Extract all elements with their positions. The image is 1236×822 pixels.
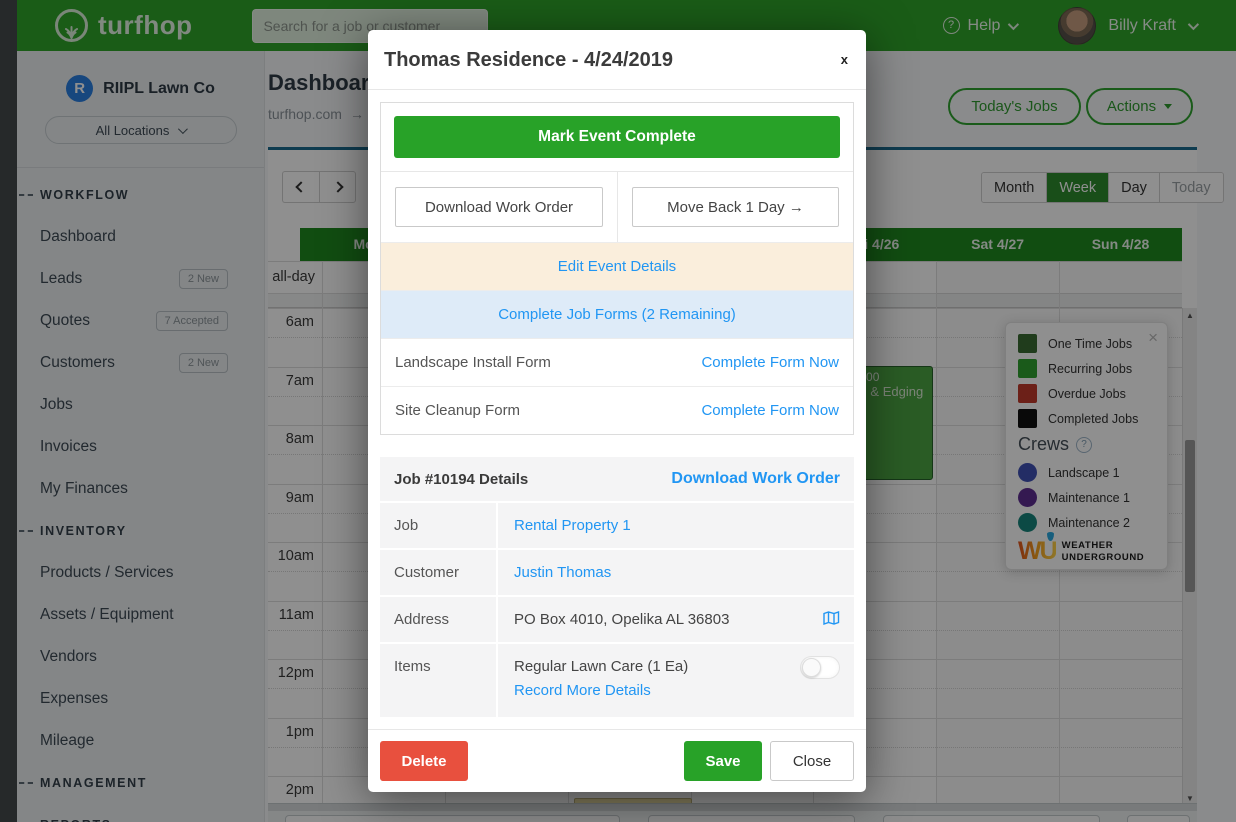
download-work-order-link[interactable]: Download Work Order — [671, 470, 840, 488]
job-details-header: Job #10194 Details — [394, 471, 528, 488]
job-details-table: Job #10194 Details Download Work Order J… — [380, 457, 854, 717]
customer-link[interactable]: Justin Thomas — [514, 564, 611, 581]
move-back-1-day-button[interactable]: Move Back 1 Day → — [632, 187, 839, 227]
table-row-job: Job Rental Property 1 — [380, 503, 854, 550]
mark-event-complete-button[interactable]: Mark Event Complete — [394, 116, 840, 158]
map-icon[interactable] — [823, 611, 840, 629]
form-name: Landscape Install Form — [395, 354, 551, 371]
job-link[interactable]: Rental Property 1 — [514, 517, 631, 534]
toggle-knob — [802, 658, 821, 677]
save-button[interactable]: Save — [684, 741, 762, 781]
close-button[interactable]: Close — [770, 741, 854, 781]
event-modal: Thomas Residence - 4/24/2019 x Mark Even… — [368, 30, 866, 792]
item-value: Regular Lawn Care (1 Ea) — [514, 658, 688, 675]
download-work-order-button[interactable]: Download Work Order — [395, 187, 603, 227]
address-value: PO Box 4010, Opelika AL 36803 — [514, 611, 729, 628]
complete-form-now-link[interactable]: Complete Form Now — [701, 354, 839, 371]
event-actions-box: Mark Event Complete Download Work Order … — [380, 102, 854, 435]
delete-button[interactable]: Delete — [380, 741, 468, 781]
close-icon[interactable]: x — [839, 49, 850, 70]
item-complete-toggle[interactable] — [800, 656, 840, 679]
edit-event-details-link[interactable]: Edit Event Details — [558, 258, 676, 275]
complete-form-now-link[interactable]: Complete Form Now — [701, 402, 839, 419]
modal-header: Thomas Residence - 4/24/2019 x — [368, 30, 866, 90]
table-row-items: Items Regular Lawn Care (1 Ea) Record Mo… — [380, 644, 854, 717]
complete-job-forms-link[interactable]: Complete Job Forms (2 Remaining) — [498, 306, 736, 323]
modal-footer: Delete Save Close — [368, 729, 866, 792]
form-name: Site Cleanup Form — [395, 402, 520, 419]
modal-title: Thomas Residence - 4/24/2019 — [384, 49, 673, 72]
table-row-address: Address PO Box 4010, Opelika AL 36803 — [380, 597, 854, 644]
record-more-details-link[interactable]: Record More Details — [514, 682, 651, 699]
table-row-customer: Customer Justin Thomas — [380, 550, 854, 597]
